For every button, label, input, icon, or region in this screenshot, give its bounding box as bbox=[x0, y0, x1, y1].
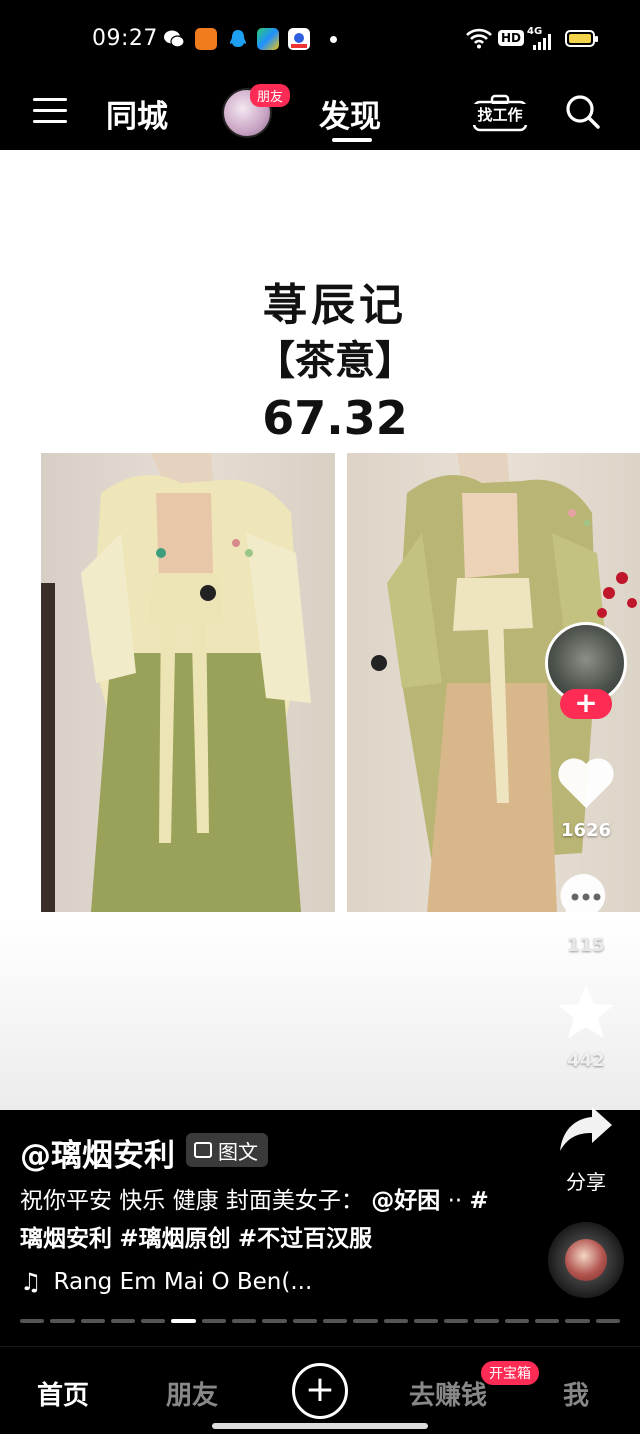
tab-earn[interactable]: 去赚钱 bbox=[409, 1375, 487, 1412]
post-title-line2: 【茶意】 bbox=[255, 337, 415, 384]
follow-button[interactable]: + bbox=[560, 689, 612, 719]
wechat-icon bbox=[163, 28, 185, 50]
share-label: 分享 bbox=[566, 1170, 606, 1194]
progress-segment bbox=[565, 1319, 590, 1323]
image-icon bbox=[194, 1142, 212, 1158]
comment-count: 115 bbox=[567, 935, 605, 956]
video-app-icon bbox=[257, 28, 279, 50]
hd-icon: HD bbox=[498, 30, 525, 46]
post-content[interactable]: 荨辰记 【茶意】 67.32 + 1626 115 442 bbox=[0, 150, 640, 1110]
top-nav: 同城 朋友 发现 找工作 bbox=[0, 80, 640, 150]
post-caption: 祝你平安 快乐 健康 封面美女子： @好困 ·· #璃烟安利 #璃烟原创 #不过… bbox=[20, 1182, 510, 1258]
favorite-count: 442 bbox=[567, 1050, 605, 1071]
post-title: 荨辰记 【茶意】 67.32 bbox=[0, 278, 640, 448]
like-count: 1626 bbox=[560, 820, 612, 841]
find-job-label: 找工作 bbox=[472, 104, 528, 125]
progress-segment bbox=[535, 1319, 560, 1323]
slide-progress bbox=[20, 1319, 620, 1323]
tab-home[interactable]: 首页 bbox=[37, 1375, 89, 1412]
progress-segment bbox=[383, 1319, 408, 1323]
battery-icon bbox=[565, 30, 598, 47]
favorite-star-icon[interactable] bbox=[556, 983, 616, 1041]
find-job-icon[interactable]: 找工作 bbox=[472, 94, 528, 134]
author-name[interactable]: @璃烟安利 bbox=[20, 1130, 175, 1175]
uc-browser-icon bbox=[195, 28, 217, 50]
progress-segment bbox=[413, 1319, 439, 1323]
tab-me[interactable]: 我 bbox=[563, 1375, 589, 1412]
progress-segment bbox=[20, 1319, 45, 1323]
active-tab-indicator bbox=[332, 138, 372, 142]
progress-segment bbox=[50, 1319, 75, 1323]
progress-segment bbox=[201, 1319, 227, 1323]
qq-icon bbox=[227, 28, 249, 50]
progress-segment bbox=[80, 1319, 105, 1323]
caption-text: 祝你平安 快乐 健康 封面美女子： bbox=[20, 1188, 364, 1214]
caption-separator: ·· bbox=[447, 1188, 463, 1214]
progress-segment bbox=[110, 1319, 136, 1323]
friend-badge: 朋友 bbox=[250, 84, 291, 107]
progress-segment bbox=[141, 1319, 166, 1323]
progress-segment bbox=[322, 1319, 348, 1323]
music-info[interactable]: ♫ Rang Em Mai O Ben(... bbox=[20, 1268, 312, 1296]
progress-segment bbox=[171, 1319, 196, 1323]
progress-segment bbox=[232, 1319, 257, 1323]
hashtag[interactable]: #璃烟原创 bbox=[119, 1226, 230, 1252]
hanfu-photo-left bbox=[41, 453, 335, 912]
progress-segment bbox=[353, 1319, 378, 1323]
music-note-icon: ♫ bbox=[20, 1268, 42, 1296]
bottom-tab-bar: 首页 朋友 + 去赚钱 开宝箱 我 bbox=[0, 1346, 640, 1434]
image-text-tag: 图文 bbox=[186, 1133, 268, 1167]
post-title-line3: 67.32 bbox=[262, 391, 408, 445]
caption-mention[interactable]: @好困 bbox=[371, 1188, 440, 1214]
hashtag[interactable]: #不过百汉服 bbox=[238, 1226, 372, 1252]
signal-icon: 4G bbox=[527, 26, 553, 50]
menu-icon[interactable] bbox=[33, 96, 67, 126]
tab-city[interactable]: 同城 bbox=[106, 91, 168, 136]
wifi-icon bbox=[466, 27, 492, 53]
tab-discover[interactable]: 发现 bbox=[319, 91, 381, 136]
post-title-line1: 荨辰记 bbox=[263, 280, 407, 331]
tab-friends[interactable]: 朋友 bbox=[166, 1375, 218, 1412]
music-title: Rang Em Mai O Ben(... bbox=[53, 1269, 313, 1295]
progress-segment bbox=[262, 1319, 287, 1323]
music-disc-cover bbox=[565, 1239, 607, 1281]
image-text-tag-label: 图文 bbox=[218, 1139, 258, 1164]
progress-segment bbox=[595, 1319, 620, 1323]
more-dot-icon bbox=[330, 36, 337, 43]
progress-segment bbox=[474, 1319, 499, 1323]
status-bar: 09:27 HD 4G bbox=[0, 0, 640, 80]
baidu-icon bbox=[288, 28, 310, 50]
progress-segment bbox=[444, 1319, 469, 1323]
progress-segment bbox=[292, 1319, 317, 1323]
treasure-badge: 开宝箱 bbox=[481, 1361, 539, 1385]
progress-segment bbox=[504, 1319, 530, 1323]
comment-icon[interactable] bbox=[558, 870, 614, 926]
home-indicator[interactable] bbox=[212, 1423, 428, 1429]
create-button[interactable]: + bbox=[292, 1363, 348, 1419]
status-time: 09:27 bbox=[92, 26, 158, 51]
like-heart-icon[interactable] bbox=[556, 756, 616, 810]
share-arrow-icon[interactable] bbox=[558, 1105, 614, 1155]
search-icon[interactable] bbox=[565, 94, 601, 130]
music-disc[interactable] bbox=[548, 1222, 624, 1298]
